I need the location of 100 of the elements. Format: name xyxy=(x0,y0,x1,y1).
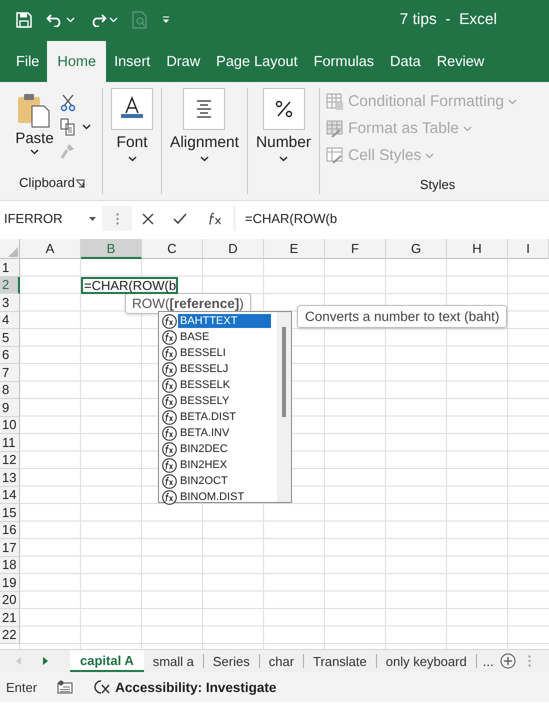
accessibility-button[interactable]: Accessibility: Investigate xyxy=(115,680,276,694)
font-color-icon xyxy=(111,88,153,130)
ribbon-group-button[interactable]: Alignment xyxy=(162,88,247,162)
drag-handle-icon[interactable] xyxy=(116,212,118,224)
function-icon xyxy=(162,330,177,344)
formula-input[interactable]: =CHAR(ROW(b xyxy=(236,206,549,231)
row-header[interactable]: 20 xyxy=(0,592,20,609)
conditional-formatting-icon xyxy=(326,92,344,110)
row-header[interactable]: 13 xyxy=(0,469,20,486)
function-suggestion[interactable]: BESSELY xyxy=(159,393,277,409)
row-header[interactable]: 7 xyxy=(0,364,20,382)
sheet-tab[interactable]: Translate xyxy=(304,654,377,668)
percent-icon xyxy=(262,88,304,130)
save-icon[interactable] xyxy=(16,12,32,28)
ribbon-tab[interactable]: Home xyxy=(47,41,106,82)
row-header[interactable]: 8 xyxy=(0,382,20,399)
sheet-tab[interactable]: char xyxy=(260,654,304,668)
ribbon-tab[interactable]: File xyxy=(8,42,48,82)
caret-icon xyxy=(200,156,209,162)
row-header[interactable]: 19 xyxy=(0,574,20,592)
row-header[interactable]: 18 xyxy=(0,556,20,574)
row-header[interactable]: 6 xyxy=(0,346,20,364)
insert-function-icon[interactable] xyxy=(207,212,224,226)
column-header[interactable]: F xyxy=(325,239,386,259)
window-title: 7 tips - Excel xyxy=(400,11,497,29)
row-header[interactable]: 2 xyxy=(0,276,20,294)
function-suggestion[interactable]: BETA.INV xyxy=(159,425,277,441)
column-header[interactable]: A xyxy=(20,239,81,259)
column-header[interactable]: B xyxy=(81,239,142,259)
active-cell[interactable]: =CHAR(ROW(b xyxy=(81,276,178,294)
row-header[interactable]: 21 xyxy=(0,609,20,626)
function-description-tooltip: Converts a number to text (baht) xyxy=(297,305,508,328)
row-header[interactable]: 14 xyxy=(0,486,20,504)
column-header[interactable]: H xyxy=(447,239,508,259)
name-box[interactable]: IFERROR xyxy=(0,206,102,231)
row-header[interactable]: 9 xyxy=(0,399,20,416)
add-sheet-icon[interactable] xyxy=(500,653,516,669)
ribbon-group-button[interactable]: Font xyxy=(103,88,161,162)
customize-caret-icon[interactable] xyxy=(162,16,170,24)
ribbon-group-button[interactable]: Number xyxy=(248,88,320,162)
function-icon xyxy=(162,442,177,456)
dialog-launcher-icon[interactable] xyxy=(74,178,85,188)
column-header[interactable]: E xyxy=(264,239,325,259)
sheet-tab[interactable]: capital A xyxy=(70,650,144,672)
row-header[interactable]: 1 xyxy=(0,259,20,276)
ribbon-tab[interactable]: Draw xyxy=(158,42,208,82)
column-header[interactable]: D xyxy=(203,239,264,259)
function-icon xyxy=(162,314,177,328)
row-header[interactable]: 3 xyxy=(0,294,20,312)
function-suggestion[interactable]: BETA.DIST xyxy=(159,409,277,425)
sheet-tab[interactable]: small a xyxy=(144,654,204,668)
ribbon-tab[interactable]: Data xyxy=(382,42,429,82)
function-icon xyxy=(162,410,177,424)
status-mode: Enter xyxy=(6,680,38,694)
splitter-handle-icon[interactable] xyxy=(528,655,531,667)
column-header[interactable]: G xyxy=(386,239,447,259)
cancel-icon[interactable] xyxy=(142,212,154,224)
caret-icon xyxy=(462,126,472,132)
next-sheet-icon[interactable] xyxy=(43,657,48,665)
function-suggestion[interactable]: BESSELK xyxy=(159,377,277,393)
ribbon-tab[interactable]: Formulas xyxy=(306,42,382,82)
row-header[interactable]: 10 xyxy=(0,416,20,434)
caret-icon xyxy=(279,156,288,162)
clipboard-icon xyxy=(16,92,52,128)
align-center-icon xyxy=(183,88,226,130)
function-icon xyxy=(162,346,177,360)
function-icon xyxy=(162,474,177,488)
row-header[interactable]: 16 xyxy=(0,522,20,539)
ribbon-tab[interactable]: Insert xyxy=(106,42,158,82)
scrollbar-thumb[interactable] xyxy=(282,327,286,417)
row-header[interactable]: 12 xyxy=(0,452,20,469)
row-header[interactable]: 5 xyxy=(0,329,20,346)
macro-recording-icon[interactable] xyxy=(57,680,74,694)
sheet-tab[interactable]: Series xyxy=(204,654,260,668)
column-header[interactable]: I xyxy=(508,239,549,259)
checkmark-icon[interactable] xyxy=(173,212,188,224)
ribbon-tab[interactable]: Review xyxy=(428,42,492,82)
paste-caret-icon xyxy=(30,149,39,155)
row-header[interactable]: 17 xyxy=(0,539,20,556)
function-suggestion[interactable]: BIN2DEC xyxy=(159,441,277,457)
more-sheets-button[interactable]: ... xyxy=(476,654,500,668)
row-header[interactable]: 11 xyxy=(0,434,20,452)
sheet-tab[interactable]: only keyboard xyxy=(376,654,477,668)
function-suggestion[interactable]: BASE xyxy=(159,329,277,345)
ribbon-tab[interactable]: Page Layout xyxy=(208,42,306,82)
function-icon xyxy=(162,458,177,472)
paste-button[interactable]: Paste xyxy=(15,92,54,160)
function-suggestion[interactable]: BESSELJ xyxy=(159,361,277,377)
copy-icon[interactable] xyxy=(60,118,76,136)
row-header[interactable]: 22 xyxy=(0,626,20,644)
row-header[interactable]: 15 xyxy=(0,504,20,522)
scissors-icon[interactable] xyxy=(60,94,76,112)
function-icon xyxy=(162,426,177,440)
scrollbar[interactable] xyxy=(277,312,291,502)
row-header[interactable]: 4 xyxy=(0,312,20,329)
function-suggestion[interactable]: BIN2HEX xyxy=(159,457,277,473)
column-header[interactable]: C xyxy=(142,239,203,259)
function-suggestion[interactable]: BESSELI xyxy=(159,345,277,361)
function-suggestion[interactable]: BINOM.DIST xyxy=(159,489,277,505)
function-suggestion[interactable]: BIN2OCT xyxy=(159,473,277,489)
